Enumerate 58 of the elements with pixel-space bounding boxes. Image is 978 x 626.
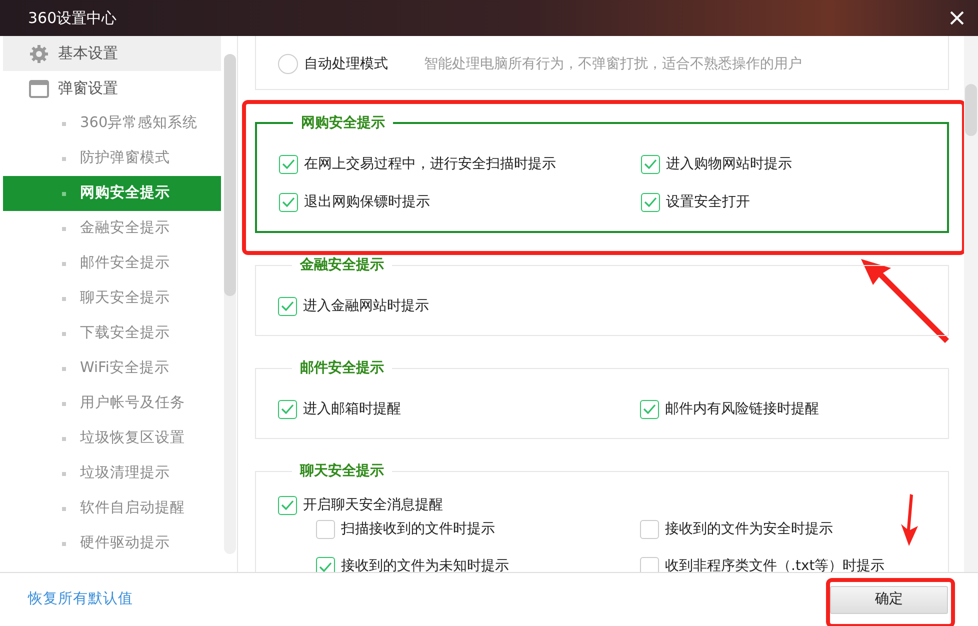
checkbox-label[interactable]: 开启聊天安全消息提醒	[303, 494, 443, 516]
sidebar-item[interactable]: 垃圾清理提示	[3, 456, 221, 491]
checkbox-label[interactable]: 退出网购保镖时提示	[304, 192, 430, 212]
checkmark-icon	[644, 197, 657, 207]
sidebar-item[interactable]: 防护弹窗模式	[3, 141, 221, 176]
checkmark-icon	[643, 404, 656, 414]
scrollbar[interactable]	[964, 36, 978, 572]
checkbox[interactable]	[641, 192, 660, 212]
checkmark-icon	[282, 159, 295, 169]
radio-button[interactable]	[278, 54, 298, 74]
window-icon	[29, 80, 49, 98]
sidebar-item[interactable]: 垃圾恢复区设置	[3, 421, 221, 456]
checkbox-label[interactable]: 进入金融网站时提示	[303, 296, 429, 316]
close-icon[interactable]	[950, 11, 964, 25]
sidebar-item[interactable]: 聊天安全提示	[3, 281, 221, 316]
sidebar-group[interactable]: 基本设置	[3, 36, 221, 71]
sidebar-item[interactable]: 用户帐号及任务	[3, 386, 221, 421]
checkbox-label[interactable]: 接收到的文件为安全时提示	[665, 519, 833, 540]
checkbox[interactable]	[640, 400, 659, 418]
checkbox[interactable]	[316, 520, 335, 539]
sidebar-item[interactable]: 邮件安全提示	[3, 246, 221, 281]
checkmark-icon	[281, 500, 294, 510]
annotation-arrow	[898, 494, 920, 546]
checkbox-label[interactable]: 接收到的文件为未知时提示	[341, 556, 509, 572]
checkmark-icon	[319, 562, 332, 572]
sidebar-item[interactable]: WiFi安全提示	[3, 351, 221, 386]
checkbox-label[interactable]: 设置安全打开	[666, 192, 750, 212]
sidebar-item[interactable]: 金融安全提示	[3, 211, 221, 246]
sidebar-item[interactable]: 软件自启动提醒	[3, 491, 221, 526]
checkbox[interactable]	[640, 557, 659, 572]
checkbox[interactable]	[640, 520, 659, 539]
sidebar-group[interactable]: 弹窗设置	[3, 71, 221, 106]
checkmark-icon	[281, 301, 294, 311]
checkbox-label[interactable]: 进入购物网站时提示	[666, 154, 792, 174]
checkbox-label[interactable]: 进入邮箱时提醒	[303, 398, 401, 420]
radio-label[interactable]: 自动处理模式	[304, 54, 388, 74]
checkmark-icon	[281, 404, 294, 414]
checkbox[interactable]	[278, 496, 297, 514]
checkbox[interactable]	[316, 557, 335, 572]
checkmark-icon	[282, 197, 295, 207]
checkbox[interactable]	[278, 400, 297, 418]
checkbox-label[interactable]: 扫描接收到的文件时提示	[341, 519, 495, 540]
checkmark-icon	[644, 159, 657, 169]
checkbox-label[interactable]: 在网上交易过程中，进行安全扫描时提示	[304, 154, 556, 174]
sidebar-item[interactable]: 下载安全提示	[3, 316, 221, 351]
checkbox[interactable]	[279, 154, 298, 174]
window-title: 360设置中心	[28, 8, 117, 29]
sidebar-item[interactable]: 硬件驱动提示	[3, 526, 221, 561]
sidebar-item[interactable]: 360异常感知系统	[3, 106, 221, 141]
checkbox[interactable]	[278, 296, 297, 316]
confirm-button[interactable]: 确定	[830, 586, 948, 614]
sidebar-item[interactable]: 网购安全提示	[3, 176, 221, 211]
option-description: 智能处理电脑所有行为，不弹窗打扰，适合不熟悉操作的用户	[424, 54, 802, 74]
checkbox[interactable]	[641, 154, 660, 174]
scrollbar[interactable]	[224, 54, 236, 554]
gear-icon	[29, 44, 49, 64]
checkbox-label[interactable]: 邮件内有风险链接时提醒	[665, 398, 819, 420]
checkbox[interactable]	[279, 192, 298, 212]
